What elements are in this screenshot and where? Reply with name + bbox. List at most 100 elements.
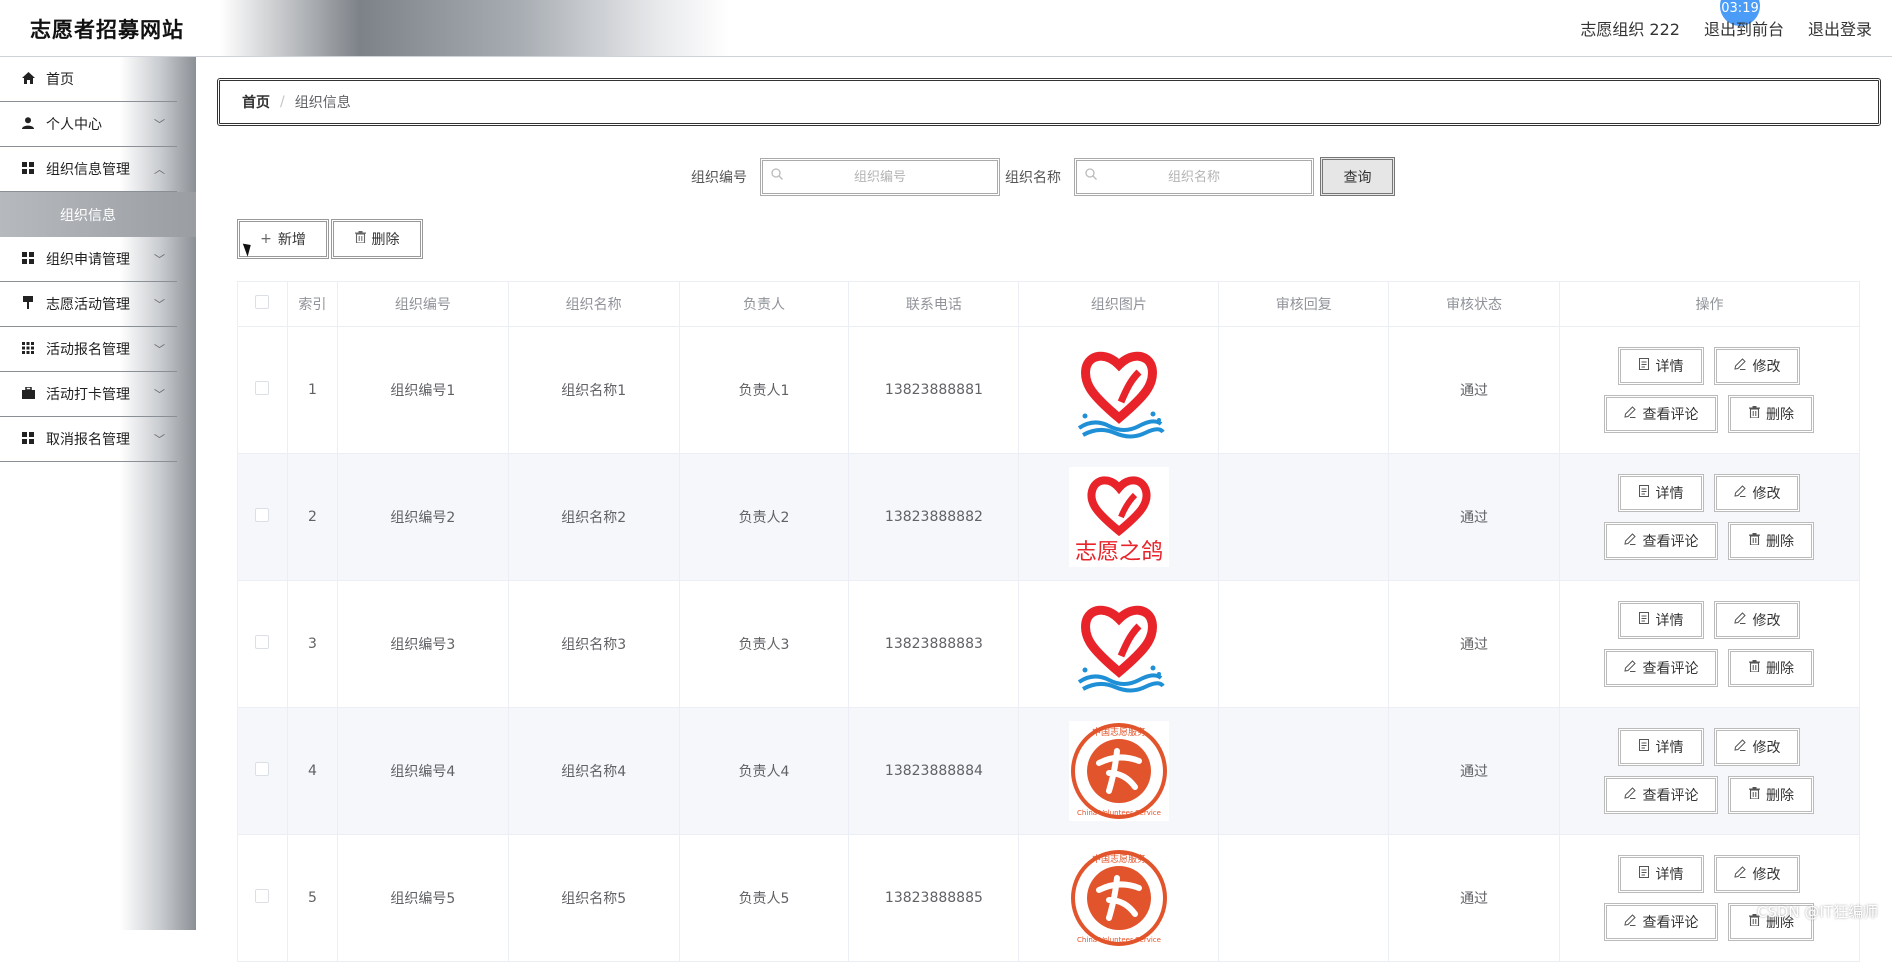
sidebar-item-activity-mgmt[interactable]: 志愿活动管理 ﹀ <box>0 282 177 327</box>
row-select-cell[interactable] <box>238 581 288 708</box>
table-row[interactable]: 4 组织编号4 组织名称4 负责人4 13823888884 中国志愿服务Chi… <box>238 708 1860 835</box>
view-comments-button[interactable]: 查看评论 <box>1604 522 1718 560</box>
row-checkbox[interactable] <box>255 508 269 522</box>
trash-icon <box>1749 787 1760 803</box>
select-all-cell[interactable] <box>238 282 288 327</box>
add-button-label: 新增 <box>278 229 306 249</box>
logout-link[interactable]: 退出登录 <box>1808 16 1872 40</box>
col-reply: 审核回复 <box>1219 282 1389 327</box>
cell-leader: 负责人2 <box>679 454 849 581</box>
col-phone: 联系电话 <box>849 282 1019 327</box>
cell-org-no: 组织编号5 <box>337 835 508 962</box>
edit-button[interactable]: 修改 <box>1714 855 1800 893</box>
heart-wave-logo[interactable] <box>1069 340 1169 440</box>
col-org-name: 组织名称 <box>508 282 679 327</box>
edit-button[interactable]: 修改 <box>1714 347 1800 385</box>
view-comments-label: 查看评论 <box>1642 531 1698 551</box>
cell-image: 志愿之鸽 <box>1019 454 1219 581</box>
table-row[interactable]: 2 组织编号2 组织名称2 负责人2 13823888882 志愿之鸽 通过 详… <box>238 454 1860 581</box>
watermark: CSDN @IT狂编师 <box>1757 901 1878 922</box>
edit-button[interactable]: 修改 <box>1714 474 1800 512</box>
sidebar-item-checkin-mgmt[interactable]: 活动打卡管理 ﹀ <box>0 372 177 417</box>
cell-phone: 13823888881 <box>849 327 1019 454</box>
row-delete-button[interactable]: 删除 <box>1728 522 1814 560</box>
row-select-cell[interactable] <box>238 454 288 581</box>
org-name-input[interactable] <box>1077 161 1311 193</box>
batch-delete-button[interactable]: 删除 <box>331 219 423 259</box>
document-icon <box>1639 612 1649 628</box>
detail-button[interactable]: 详情 <box>1618 855 1704 893</box>
view-comments-button[interactable]: 查看评论 <box>1604 776 1718 814</box>
org-no-input[interactable] <box>763 161 997 193</box>
to-front-link[interactable]: 退出到前台 <box>1704 16 1784 40</box>
cell-status: 通过 <box>1389 835 1560 962</box>
select-all-checkbox[interactable] <box>255 295 269 309</box>
heart-wave-logo[interactable] <box>1069 594 1169 694</box>
cell-leader: 负责人1 <box>679 327 849 454</box>
edit-label: 修改 <box>1752 483 1780 503</box>
row-select-cell[interactable] <box>238 835 288 962</box>
row-checkbox[interactable] <box>255 381 269 395</box>
row-checkbox[interactable] <box>255 889 269 903</box>
detail-button[interactable]: 详情 <box>1618 347 1704 385</box>
row-delete-button[interactable]: 删除 <box>1728 776 1814 814</box>
edit-button[interactable]: 修改 <box>1714 728 1800 766</box>
row-checkbox[interactable] <box>255 762 269 776</box>
search-bar: 组织编号 组织名称 查询 <box>0 157 1892 197</box>
cell-phone: 13823888885 <box>849 835 1019 962</box>
cell-reply <box>1219 581 1389 708</box>
chevron-down-icon: ﹀ <box>154 431 165 447</box>
heart-dove-logo[interactable]: 志愿之鸽 <box>1069 467 1169 567</box>
row-select-cell[interactable] <box>238 327 288 454</box>
chevron-down-icon: ﹀ <box>154 251 165 267</box>
row-delete-label: 删除 <box>1766 404 1794 424</box>
row-delete-label: 删除 <box>1766 531 1794 551</box>
sidebar-item-label: 个人中心 <box>46 114 102 134</box>
table-row[interactable]: 5 组织编号5 组织名称5 负责人5 13823888885 中国志愿服务Chi… <box>238 835 1860 962</box>
svg-text:China Volunteer Service: China Volunteer Service <box>1077 936 1161 944</box>
row-select-cell[interactable] <box>238 708 288 835</box>
row-delete-button[interactable]: 删除 <box>1728 649 1814 687</box>
cell-org-no: 组织编号2 <box>337 454 508 581</box>
edit-label: 修改 <box>1752 356 1780 376</box>
row-checkbox[interactable] <box>255 635 269 649</box>
svg-text:中国志愿服务: 中国志愿服务 <box>1092 726 1146 738</box>
view-comments-button[interactable]: 查看评论 <box>1604 903 1718 941</box>
cell-ops: 详情 修改 查看评论 <box>1559 327 1859 454</box>
col-status: 审核状态 <box>1389 282 1560 327</box>
edit-icon <box>1624 533 1636 549</box>
view-comments-button[interactable]: 查看评论 <box>1604 649 1718 687</box>
search-icon <box>771 168 783 184</box>
sidebar-item-label: 活动报名管理 <box>46 339 130 359</box>
sidebar-item-org-apply-mgmt[interactable]: 组织申请管理 ﹀ <box>0 237 177 282</box>
detail-label: 详情 <box>1655 610 1683 630</box>
org-no-label: 组织编号 <box>691 167 747 187</box>
search-icon <box>1085 168 1097 184</box>
china-volunteer-seal[interactable]: 中国志愿服务China Volunteer Service <box>1069 848 1169 948</box>
detail-button[interactable]: 详情 <box>1618 601 1704 639</box>
row-delete-button[interactable]: 删除 <box>1728 395 1814 433</box>
cell-leader: 负责人4 <box>679 708 849 835</box>
detail-button[interactable]: 详情 <box>1618 728 1704 766</box>
detail-button[interactable]: 详情 <box>1618 474 1704 512</box>
cell-org-name: 组织名称5 <box>508 835 679 962</box>
table-row[interactable]: 3 组织编号3 组织名称3 负责人3 13823888883 通过 详情 <box>238 581 1860 708</box>
sidebar-item-profile[interactable]: 个人中心 ﹀ <box>0 102 177 147</box>
col-image: 组织图片 <box>1019 282 1219 327</box>
trash-icon <box>1749 406 1760 422</box>
cell-status: 通过 <box>1389 454 1560 581</box>
view-comments-button[interactable]: 查看评论 <box>1604 395 1718 433</box>
edit-label: 修改 <box>1752 737 1780 757</box>
cell-org-name: 组织名称2 <box>508 454 679 581</box>
query-button[interactable]: 查询 <box>1320 157 1395 196</box>
china-volunteer-seal[interactable]: 中国志愿服务China Volunteer Service <box>1069 721 1169 821</box>
sidebar-item-cancel-mgmt[interactable]: 取消报名管理 ﹀ <box>0 417 177 462</box>
edit-icon <box>1734 739 1746 755</box>
sidebar-item-signup-mgmt[interactable]: 活动报名管理 ﹀ <box>0 327 177 372</box>
document-icon <box>1639 485 1649 501</box>
table-row[interactable]: 1 组织编号1 组织名称1 负责人1 13823888881 通过 详情 <box>238 327 1860 454</box>
breadcrumb-home[interactable]: 首页 <box>242 92 270 112</box>
sidebar-subitem-org-info[interactable]: 组织信息 <box>0 192 196 237</box>
sidebar-item-home[interactable]: 首页 <box>0 57 177 102</box>
edit-button[interactable]: 修改 <box>1714 601 1800 639</box>
